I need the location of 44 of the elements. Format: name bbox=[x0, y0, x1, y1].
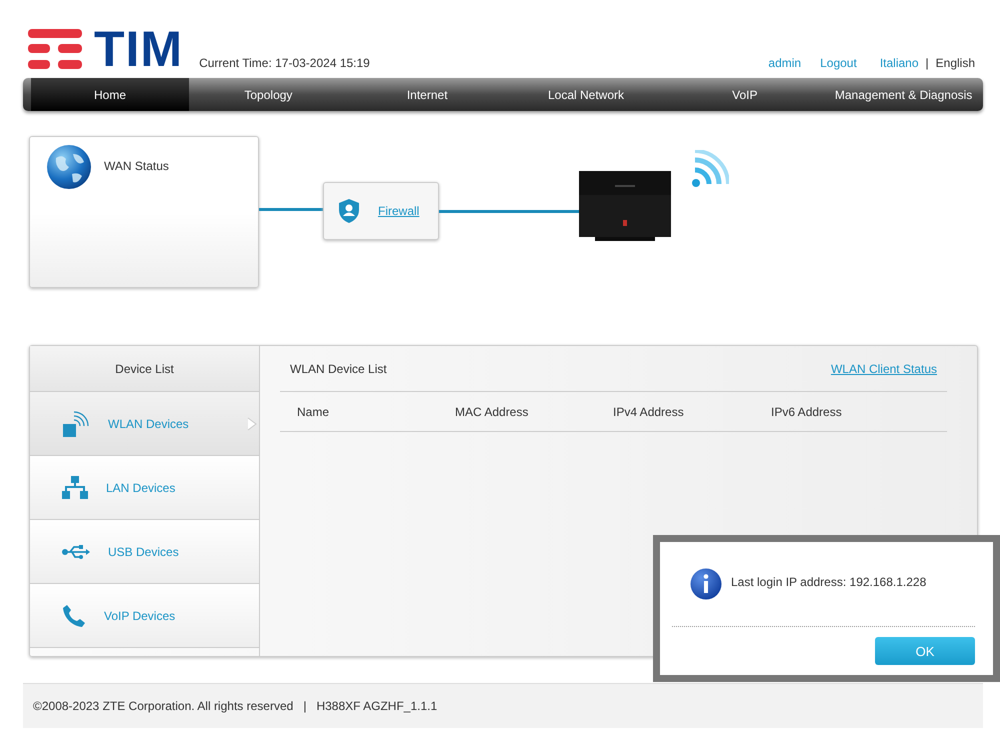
nav-tab[interactable]: Internet bbox=[348, 78, 507, 111]
usb-icon bbox=[62, 544, 90, 560]
globe-icon bbox=[46, 144, 92, 190]
device-category-item[interactable]: USB Devices bbox=[30, 520, 259, 584]
phone-icon bbox=[62, 604, 86, 628]
wan-status-card[interactable]: WAN Status bbox=[29, 136, 259, 288]
shield-icon bbox=[338, 198, 360, 224]
logo-wordmark: TIM bbox=[94, 28, 184, 70]
logo-stripes-icon bbox=[28, 29, 82, 69]
separator-text: | bbox=[926, 56, 929, 70]
copyright-text: ©2008-2023 ZTE Corporation. All rights reserved bbox=[33, 699, 294, 713]
firewall-link[interactable]: Firewall bbox=[378, 204, 420, 218]
language-link[interactable]: English bbox=[936, 56, 975, 70]
device-category-item[interactable]: WLAN Devices bbox=[30, 392, 259, 456]
logout-link[interactable]: Logout bbox=[820, 56, 857, 70]
user-link[interactable]: admin bbox=[768, 56, 802, 70]
router-icon bbox=[579, 171, 671, 241]
column-header: Name bbox=[297, 404, 330, 418]
device-list-title: Device List bbox=[30, 346, 259, 392]
column-header: MAC Address bbox=[455, 404, 530, 418]
wireless-device-icon bbox=[62, 410, 90, 438]
network-icon bbox=[62, 476, 88, 500]
info-icon bbox=[690, 568, 722, 600]
nav-tab[interactable]: Local Network bbox=[506, 78, 666, 111]
device-category-item[interactable]: LAN Devices bbox=[30, 456, 259, 520]
panel-title: WLAN Device List bbox=[290, 362, 387, 376]
column-header: IPv4 Address bbox=[613, 404, 685, 418]
dialog-message: Last login IP address: 192.168.1.228 bbox=[731, 575, 926, 589]
selection-pointer-icon bbox=[247, 417, 257, 431]
separator-text: | bbox=[303, 699, 306, 713]
column-header: IPv6 Address bbox=[771, 404, 843, 418]
nav-tab[interactable]: Topology bbox=[189, 78, 348, 111]
nav-tab[interactable]: VoIP bbox=[665, 78, 824, 111]
device-category-item[interactable]: VoIP Devices bbox=[30, 584, 259, 648]
nav-tab[interactable]: Management & Diagnosis bbox=[824, 78, 983, 111]
client-status-link[interactable]: WLAN Client Status bbox=[830, 362, 937, 376]
nav-tab[interactable]: Home bbox=[31, 78, 189, 111]
connector-line bbox=[259, 208, 323, 211]
ok-button[interactable]: OK bbox=[875, 637, 975, 665]
wan-status-label: WAN Status bbox=[104, 159, 169, 173]
current-time: Current Time: 17-03-2024 15:19 bbox=[199, 56, 370, 70]
wifi-signal-icon bbox=[691, 150, 729, 188]
firmware-version: H388XF AGZHF_1.1.1 bbox=[316, 699, 438, 713]
language-link[interactable]: Italiano bbox=[880, 56, 919, 70]
